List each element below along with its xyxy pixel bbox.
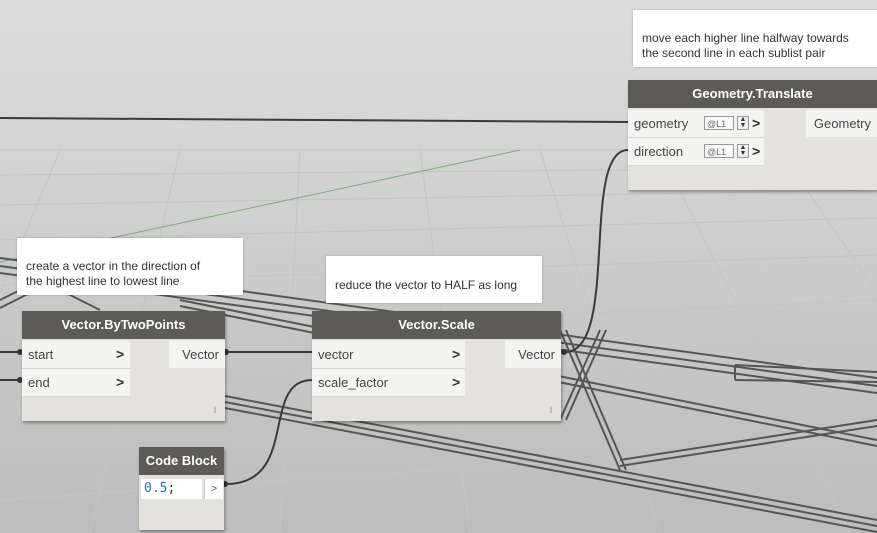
note-scale-text: reduce the vector to HALF as long <box>335 278 518 292</box>
chevron-right-icon: > <box>752 115 761 131</box>
note-scale[interactable]: reduce the vector to HALF as long <box>326 256 542 303</box>
wire-geometry-input <box>0 117 629 123</box>
note-vector-direction[interactable]: create a vector in the direction of the … <box>17 238 243 295</box>
chevron-right-icon: > <box>452 374 461 390</box>
wire-scale-factor <box>225 379 313 485</box>
node-vector-bytwopoints[interactable]: Vector.ByTwoPoints start > end > Vector … <box>22 311 225 421</box>
lacing-selector[interactable]: @L1 <box>704 116 734 130</box>
chevron-right-icon: > <box>452 346 461 362</box>
wire-translate-direction <box>564 149 629 353</box>
input-port-end[interactable]: end > <box>22 369 130 397</box>
code-number: 0.5 <box>144 481 168 496</box>
output-label: Vector <box>182 347 219 362</box>
chevron-right-icon: > <box>116 374 125 390</box>
node-geometry-translate[interactable]: Geometry.Translate geometry @L1 ▲ ▼ > dir… <box>628 80 877 190</box>
note-translate-text: move each higher line halfway towards th… <box>642 31 849 60</box>
node-code-block[interactable]: Code Block 0.5; > <box>139 447 224 530</box>
node-title[interactable]: Vector.Scale <box>312 311 561 339</box>
node-title[interactable]: Vector.ByTwoPoints <box>22 311 225 339</box>
lacing-indicator[interactable]: l <box>214 405 216 415</box>
lacing-value: @L1 <box>707 147 727 157</box>
port-label: geometry <box>634 116 689 131</box>
lacing-selector[interactable]: @L1 <box>704 144 734 158</box>
note-vector-text: create a vector in the direction of the … <box>26 259 201 288</box>
node-title[interactable]: Geometry.Translate <box>628 80 877 108</box>
note-translate[interactable]: move each higher line halfway towards th… <box>633 10 877 67</box>
port-label: scale_factor <box>318 375 389 390</box>
node-title[interactable]: Code Block <box>139 447 224 475</box>
output-label: Vector <box>518 347 555 362</box>
lacing-value: @L1 <box>707 119 727 129</box>
chevron-right-icon: > <box>752 143 761 159</box>
input-port-scale-factor[interactable]: scale_factor > <box>312 369 465 397</box>
input-port-start[interactable]: start > <box>22 341 130 369</box>
input-port-vector[interactable]: vector > <box>312 341 465 369</box>
input-port-geometry[interactable]: geometry @L1 ▲ ▼ > <box>628 110 764 138</box>
port-label: start <box>28 347 54 362</box>
output-port-geometry[interactable]: Geometry <box>806 110 877 137</box>
output-port-vector[interactable]: Vector <box>169 341 225 368</box>
port-label: direction <box>634 144 684 159</box>
spinner-icon[interactable]: ▲ ▼ <box>737 144 749 158</box>
code-editor[interactable]: 0.5; <box>141 479 202 499</box>
output-label: Geometry <box>813 116 871 131</box>
code-semicolon: ; <box>167 481 176 496</box>
output-port-code[interactable]: > <box>204 479 223 499</box>
node-vector-scale[interactable]: Vector.Scale vector > scale_factor > Vec… <box>312 311 561 421</box>
lacing-indicator[interactable]: l <box>550 405 552 415</box>
port-label: end <box>28 375 50 390</box>
port-label: vector <box>318 347 354 362</box>
spinner-icon[interactable]: ▲ ▼ <box>737 116 749 130</box>
input-port-direction[interactable]: direction @L1 ▲ ▼ > <box>628 138 764 166</box>
output-port-vector[interactable]: Vector <box>505 341 561 368</box>
graph-canvas[interactable]: move each higher line halfway towards th… <box>0 0 877 533</box>
chevron-right-icon: > <box>116 346 125 362</box>
